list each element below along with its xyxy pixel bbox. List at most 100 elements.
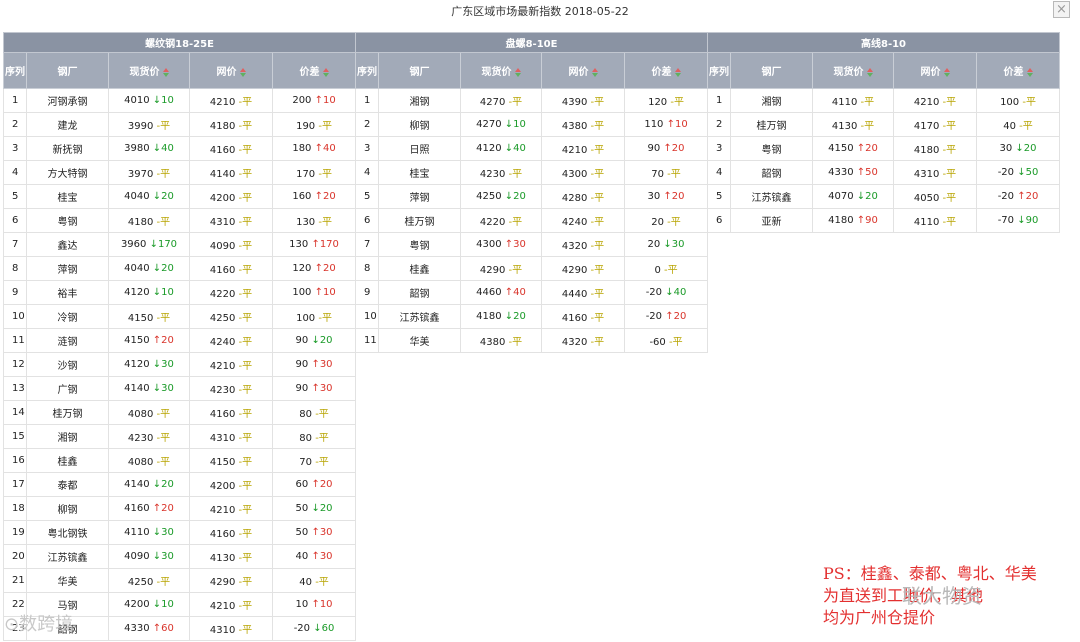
price-spread-value: -20 bbox=[645, 287, 663, 298]
net-price: 4180 -平 bbox=[189, 112, 273, 137]
column-header[interactable]: 价差 bbox=[271, 52, 357, 89]
price-spread: 40 ↑30 bbox=[271, 544, 357, 569]
sort-arrows-icon[interactable] bbox=[866, 67, 873, 77]
table-row: 1 湘钢 4270 -平 4390 -平 120 -平 bbox=[355, 88, 709, 113]
row-index: 15 bbox=[3, 424, 27, 449]
steel-mill: 裕丰 bbox=[26, 280, 109, 305]
net-price: 4200 -平 bbox=[189, 472, 273, 497]
price-spread-change: ↑10 bbox=[314, 95, 336, 106]
net-price-value: 4180 bbox=[913, 145, 940, 156]
column-header[interactable]: 价差 bbox=[623, 52, 709, 89]
sort-arrows-icon[interactable] bbox=[1026, 67, 1033, 77]
price-spread: 80 -平 bbox=[271, 424, 357, 449]
steel-mill: 华美 bbox=[378, 328, 461, 353]
sort-arrows-icon[interactable] bbox=[943, 67, 950, 77]
net-price: 4380 -平 bbox=[541, 112, 625, 137]
spot-price: 4150 -平 bbox=[108, 304, 190, 329]
price-spread: 100 -平 bbox=[271, 304, 357, 329]
net-price-change: -平 bbox=[238, 529, 253, 540]
net-price-value: 4310 bbox=[209, 217, 236, 228]
price-spread-value: -70 bbox=[997, 215, 1015, 226]
net-price-change: -平 bbox=[238, 241, 253, 252]
column-header: 钢厂 bbox=[378, 52, 461, 89]
steel-mill: 江苏镔鑫 bbox=[26, 544, 109, 569]
spot-price-change: ↓20 bbox=[152, 191, 174, 202]
net-price: 4210 -平 bbox=[189, 352, 273, 377]
column-header[interactable]: 网价 bbox=[541, 52, 625, 89]
spot-price-value: 4040 bbox=[124, 191, 150, 202]
price-spread-value: 30 bbox=[647, 191, 661, 202]
price-spread-change: ↑30 bbox=[311, 527, 333, 538]
spot-price: 3970 -平 bbox=[108, 160, 190, 185]
sort-arrows-icon[interactable] bbox=[239, 67, 246, 77]
net-price-value: 4160 bbox=[209, 409, 236, 420]
sort-arrows-icon[interactable] bbox=[322, 67, 329, 77]
price-spread-value: 90 bbox=[647, 143, 661, 154]
net-price: 4310 -平 bbox=[189, 424, 273, 449]
sort-arrows-icon[interactable] bbox=[591, 67, 598, 77]
net-price-value: 4200 bbox=[209, 193, 236, 204]
column-header[interactable]: 价差 bbox=[975, 52, 1061, 89]
price-spread-value: -20 bbox=[293, 623, 311, 634]
row-index: 1 bbox=[355, 88, 379, 113]
net-price-value: 4210 bbox=[913, 97, 940, 108]
column-header[interactable]: 现货价 bbox=[108, 52, 190, 89]
table-row: 17 泰都 4140 ↓20 4200 -平 60 ↑20 bbox=[3, 472, 357, 497]
spot-price-change: -平 bbox=[508, 97, 523, 108]
spot-price-change: -平 bbox=[508, 265, 523, 276]
steel-mill: 柳钢 bbox=[26, 496, 109, 521]
spot-price-change: -平 bbox=[508, 169, 523, 180]
price-spread-change: -平 bbox=[668, 337, 683, 348]
spot-price-change: ↑20 bbox=[152, 503, 174, 514]
group-header-row: 盘螺8-10E bbox=[354, 32, 709, 53]
spot-price-value: 3970 bbox=[127, 169, 154, 180]
spot-price-value: 4080 bbox=[127, 409, 154, 420]
table-row: 18 柳钢 4160 ↑20 4210 -平 50 ↓20 bbox=[3, 496, 357, 521]
column-header-label: 序列 bbox=[709, 67, 729, 78]
sort-arrows-icon[interactable] bbox=[514, 67, 521, 77]
price-spread-change: -平 bbox=[315, 433, 329, 444]
close-button[interactable]: × bbox=[1053, 1, 1070, 18]
spot-price-value: 4130 bbox=[831, 121, 858, 132]
steel-mill: 桂鑫 bbox=[26, 448, 109, 473]
table-row: 6 粤钢 4180 -平 4310 -平 130 -平 bbox=[3, 208, 357, 233]
table-row: 3 粤钢 4150 ↑20 4180 -平 30 ↓20 bbox=[707, 136, 1061, 161]
price-spread: -20 ↓40 bbox=[623, 280, 709, 305]
spot-price: 3990 -平 bbox=[108, 112, 190, 137]
sort-arrows-icon[interactable] bbox=[674, 67, 681, 77]
spot-price: 4010 ↓10 bbox=[108, 88, 190, 113]
spot-price-change: -平 bbox=[156, 457, 171, 468]
price-spread: 40 -平 bbox=[975, 112, 1061, 137]
sort-arrows-icon[interactable] bbox=[162, 67, 169, 77]
spot-price: 4080 -平 bbox=[108, 400, 190, 425]
spot-price-change: ↑20 bbox=[856, 143, 878, 154]
spot-price-change: -平 bbox=[156, 121, 171, 132]
table-row: 4 方大特钢 3970 -平 4140 -平 170 -平 bbox=[3, 160, 357, 185]
table-row: 1 河钢承钢 4010 ↓10 4210 -平 200 ↑10 bbox=[3, 88, 357, 113]
price-spread-value: -20 bbox=[997, 167, 1015, 178]
column-header[interactable]: 网价 bbox=[189, 52, 273, 89]
steel-mill: 桂万钢 bbox=[730, 112, 813, 137]
net-price: 4210 -平 bbox=[541, 136, 625, 161]
column-header[interactable]: 现货价 bbox=[460, 52, 542, 89]
price-spread-value: 180 bbox=[292, 143, 312, 154]
price-spread: 50 ↑30 bbox=[271, 520, 357, 545]
net-price-value: 4210 bbox=[209, 361, 236, 372]
column-header[interactable]: 现货价 bbox=[812, 52, 894, 89]
net-price: 4320 -平 bbox=[541, 328, 625, 353]
price-spread-change: ↑20 bbox=[665, 311, 687, 322]
spot-price-change: ↑60 bbox=[152, 623, 174, 634]
price-spread-value: 130 bbox=[289, 239, 309, 250]
spot-price: 4150 ↑20 bbox=[108, 328, 190, 353]
column-header[interactable]: 网价 bbox=[893, 52, 977, 89]
price-spread-value: 70 bbox=[299, 457, 312, 468]
steel-mill: 桂宝 bbox=[378, 160, 461, 185]
spot-price-change: ↓20 bbox=[152, 263, 174, 274]
price-spread: 90 ↑30 bbox=[271, 352, 357, 377]
spot-price-change: -平 bbox=[156, 577, 171, 588]
column-header-label: 现货价 bbox=[129, 67, 160, 78]
table-row: 7 粤钢 4300 ↑30 4320 -平 20 ↓30 bbox=[355, 232, 709, 257]
spot-price: 4080 -平 bbox=[108, 448, 190, 473]
price-spread-value: 130 bbox=[296, 217, 316, 228]
spot-price: 4230 -平 bbox=[108, 424, 190, 449]
